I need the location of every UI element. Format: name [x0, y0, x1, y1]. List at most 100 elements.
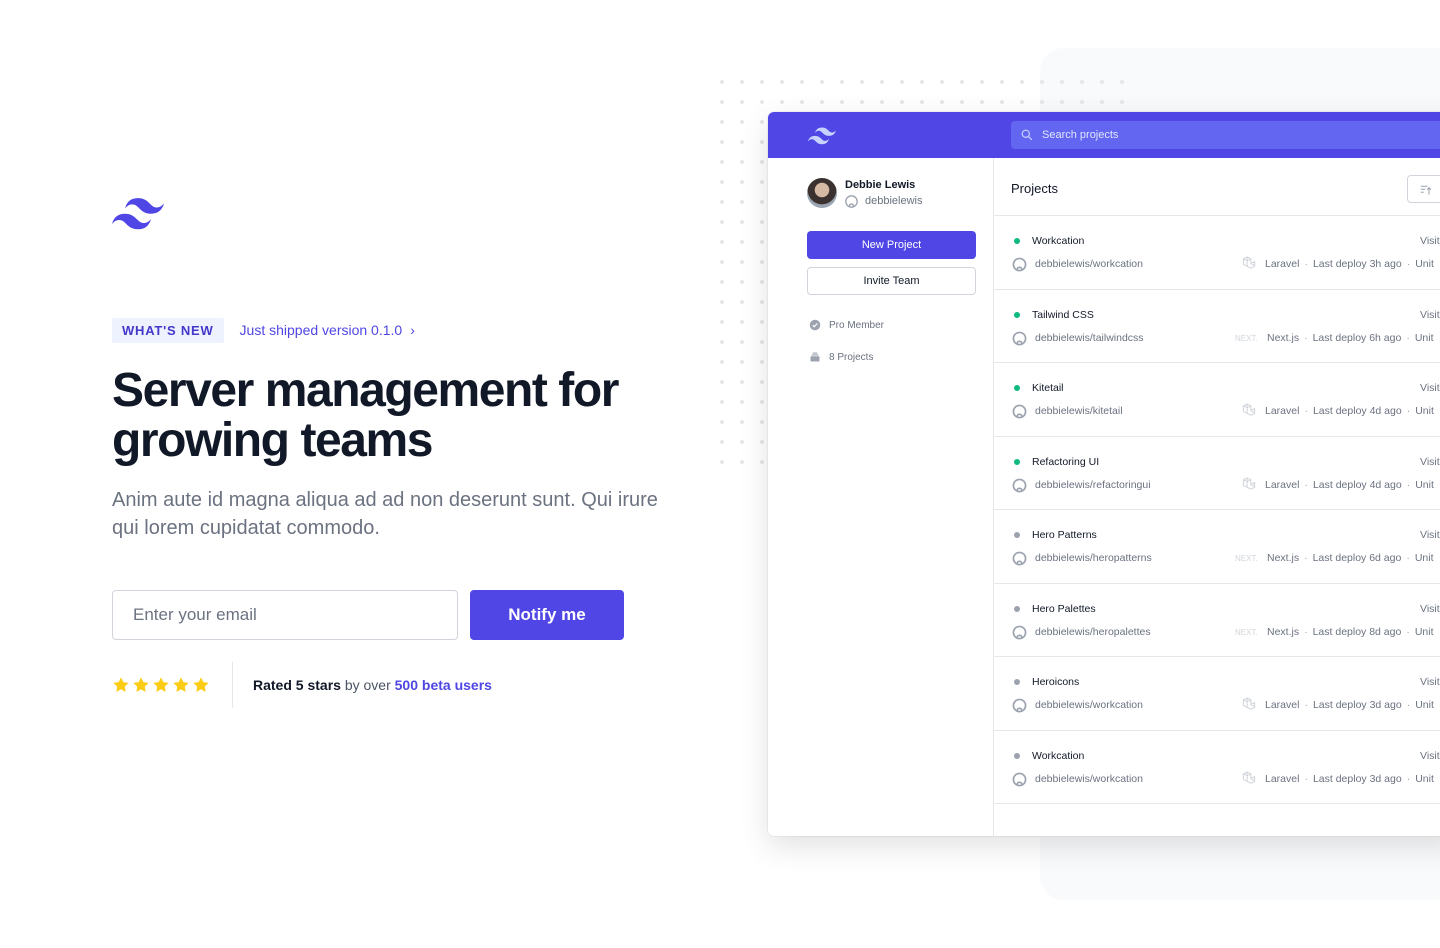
pattern-dot	[720, 440, 724, 444]
hero-subtext: Anim aute id magna aliqua ad ad non dese…	[112, 489, 658, 539]
framework-label: Laravel	[1265, 772, 1300, 785]
project-name[interactable]: Tailwind CSS	[1032, 309, 1094, 321]
project-row[interactable]: Hero Palettes Visit debbielewis/heropale…	[994, 584, 1440, 657]
whats-new-row: WHAT'S NEW Just shipped version 0.1.0 ›	[112, 317, 415, 343]
pattern-dot	[760, 240, 764, 244]
version-link[interactable]: Just shipped version 0.1.0 ›	[240, 322, 415, 338]
project-row[interactable]: Workcation Visit debbielewis/workcation …	[994, 731, 1440, 804]
star-icon	[133, 677, 149, 692]
region-label: Unit	[1414, 625, 1434, 638]
rating: Rated 5 stars by over 500 beta users	[112, 662, 492, 708]
page-title: Server management for growing teams	[112, 366, 672, 466]
pattern-dot	[720, 160, 724, 164]
laravel-icon	[1242, 697, 1256, 710]
repo-link[interactable]: debbielewis/workcation	[1035, 258, 1143, 270]
repo-link[interactable]: debbielewis/tailwindcss	[1035, 332, 1144, 344]
repo-link[interactable]: debbielewis/kitetail	[1035, 405, 1123, 417]
pattern-dot	[880, 100, 884, 104]
email-input[interactable]	[112, 590, 458, 640]
project-name[interactable]: Workcation	[1032, 750, 1084, 762]
pattern-dot	[740, 200, 744, 204]
project-name[interactable]: Refactoring UI	[1032, 456, 1099, 468]
new-project-button[interactable]: New Project	[807, 231, 976, 259]
repo-link[interactable]: debbielewis/workcation	[1035, 773, 1143, 785]
visit-link[interactable]: Visit	[1420, 603, 1440, 615]
pattern-dot	[760, 100, 764, 104]
pro-member-label: Pro Member	[829, 319, 885, 331]
pattern-dot	[760, 220, 764, 224]
nextjs-icon: NEXT.	[1235, 628, 1258, 637]
framework-label: Next.js	[1267, 552, 1300, 564]
pattern-dot	[720, 420, 724, 424]
pattern-dot	[740, 280, 744, 284]
github-icon	[845, 194, 858, 208]
nextjs-icon: NEXT.	[1235, 334, 1258, 343]
tailwind-logo-icon	[112, 198, 164, 230]
project-row[interactable]: Heroicons Visit debbielewis/workcation L…	[994, 657, 1440, 731]
project-row[interactable]: Kitetail Visit debbielewis/kitetail Lara…	[994, 363, 1440, 437]
repo-link[interactable]: debbielewis/workcation	[1035, 699, 1143, 711]
pattern-dot	[780, 100, 784, 104]
last-deploy: Last deploy 4d ago	[1312, 478, 1402, 491]
pattern-dot	[740, 140, 744, 144]
divider	[232, 662, 233, 708]
visit-link[interactable]: Visit	[1420, 235, 1440, 247]
pattern-dot	[740, 100, 744, 104]
region-label: Unit	[1415, 699, 1434, 711]
sort-button[interactable]	[1407, 175, 1440, 203]
visit-link[interactable]: Visit	[1420, 309, 1440, 321]
headline-line-2: growing teams	[112, 414, 433, 467]
pattern-dot	[720, 240, 724, 244]
search-projects-input[interactable]: Search projects	[1011, 121, 1440, 149]
region-label: Unit	[1415, 258, 1434, 270]
project-row[interactable]: Tailwind CSS Visit debbielewis/tailwindc…	[994, 290, 1440, 363]
visit-link[interactable]: Visit	[1420, 676, 1440, 688]
visit-link[interactable]: Visit	[1420, 529, 1440, 541]
repo-link[interactable]: debbielewis/heropatterns	[1035, 552, 1152, 564]
region-label: Unit	[1415, 478, 1434, 491]
pattern-dot	[940, 100, 944, 104]
repo-link[interactable]: debbielewis/heropalettes	[1035, 626, 1151, 638]
framework-label: Next.js	[1267, 625, 1300, 638]
visit-link[interactable]: Visit	[1420, 750, 1440, 762]
projects-count-label: 8 Projects	[829, 351, 874, 363]
last-deploy: Last deploy 3d ago	[1312, 699, 1402, 711]
pattern-dot	[720, 100, 724, 104]
invite-team-button[interactable]: Invite Team	[807, 267, 976, 295]
chevron-right-icon: ›	[410, 322, 415, 338]
pattern-dot	[740, 460, 744, 464]
pattern-dot	[900, 80, 904, 84]
project-name[interactable]: Workcation	[1032, 235, 1084, 247]
visit-link[interactable]: Visit	[1420, 456, 1440, 468]
project-row[interactable]: Hero Patterns Visit debbielewis/heropatt…	[994, 510, 1440, 584]
pattern-dot	[860, 100, 864, 104]
pattern-dot	[760, 400, 764, 404]
pattern-dot	[840, 100, 844, 104]
pattern-dot	[760, 160, 764, 164]
pattern-dot	[880, 80, 884, 84]
pattern-dot	[740, 420, 744, 424]
framework-label: Laravel	[1265, 258, 1300, 270]
project-name[interactable]: Kitetail	[1032, 382, 1064, 394]
project-row[interactable]: Refactoring UI Visit debbielewis/refacto…	[994, 437, 1440, 510]
pattern-dot	[760, 360, 764, 364]
project-name[interactable]: Hero Patterns	[1032, 529, 1097, 541]
repo-link[interactable]: debbielewis/refactoringui	[1035, 479, 1151, 491]
check-badge-icon	[809, 319, 821, 331]
region-label: Unit	[1415, 405, 1434, 417]
project-row[interactable]: Workcation Visit debbielewis/workcation …	[994, 216, 1440, 290]
pattern-dot	[720, 200, 724, 204]
pattern-dot	[800, 100, 804, 104]
project-name[interactable]: Hero Palettes	[1032, 603, 1096, 615]
project-name[interactable]: Heroicons	[1032, 676, 1079, 688]
framework-label: Laravel	[1265, 478, 1300, 491]
pattern-dot	[960, 80, 964, 84]
pattern-dot	[820, 100, 824, 104]
pattern-dot	[1040, 100, 1044, 104]
notify-button[interactable]: Notify me	[470, 590, 624, 640]
visit-link[interactable]: Visit	[1420, 382, 1440, 394]
pattern-dot	[1080, 80, 1084, 84]
deploy-info: Laravel · Last deploy 3d ago · Unit	[1265, 699, 1434, 711]
pattern-dot	[760, 80, 764, 84]
beta-users-link[interactable]: 500 beta users	[395, 677, 492, 693]
